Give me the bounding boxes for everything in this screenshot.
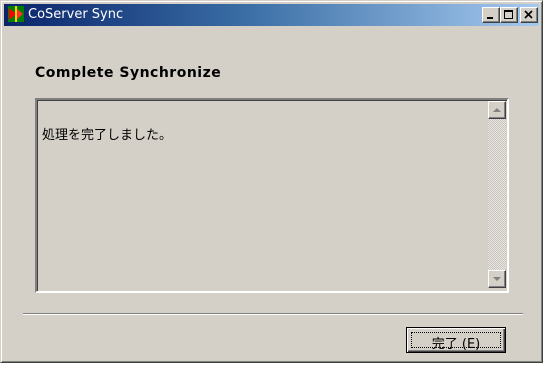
finish-button-label: 完了 (E) xyxy=(431,337,481,352)
message-box[interactable]: 処理を完了しました。 xyxy=(35,98,509,293)
minimize-button[interactable] xyxy=(482,7,500,23)
separator-line xyxy=(23,313,523,315)
dialog-window: CoServer Sync Complete Synchronize 処理を完了… xyxy=(0,0,543,363)
window-title: CoServer Sync xyxy=(28,7,124,22)
scroll-down-button[interactable] xyxy=(488,270,506,288)
scroll-up-button[interactable] xyxy=(488,101,506,119)
message-text: 処理を完了しました。 xyxy=(42,128,173,143)
close-button[interactable] xyxy=(520,7,538,23)
finish-button[interactable]: 完了 (E) xyxy=(406,327,506,353)
app-icon xyxy=(8,6,24,22)
dialog-heading: Complete Synchronize xyxy=(35,65,222,81)
maximize-button[interactable] xyxy=(500,7,518,23)
vertical-scrollbar[interactable] xyxy=(488,101,506,288)
title-bar[interactable]: CoServer Sync xyxy=(4,4,539,26)
